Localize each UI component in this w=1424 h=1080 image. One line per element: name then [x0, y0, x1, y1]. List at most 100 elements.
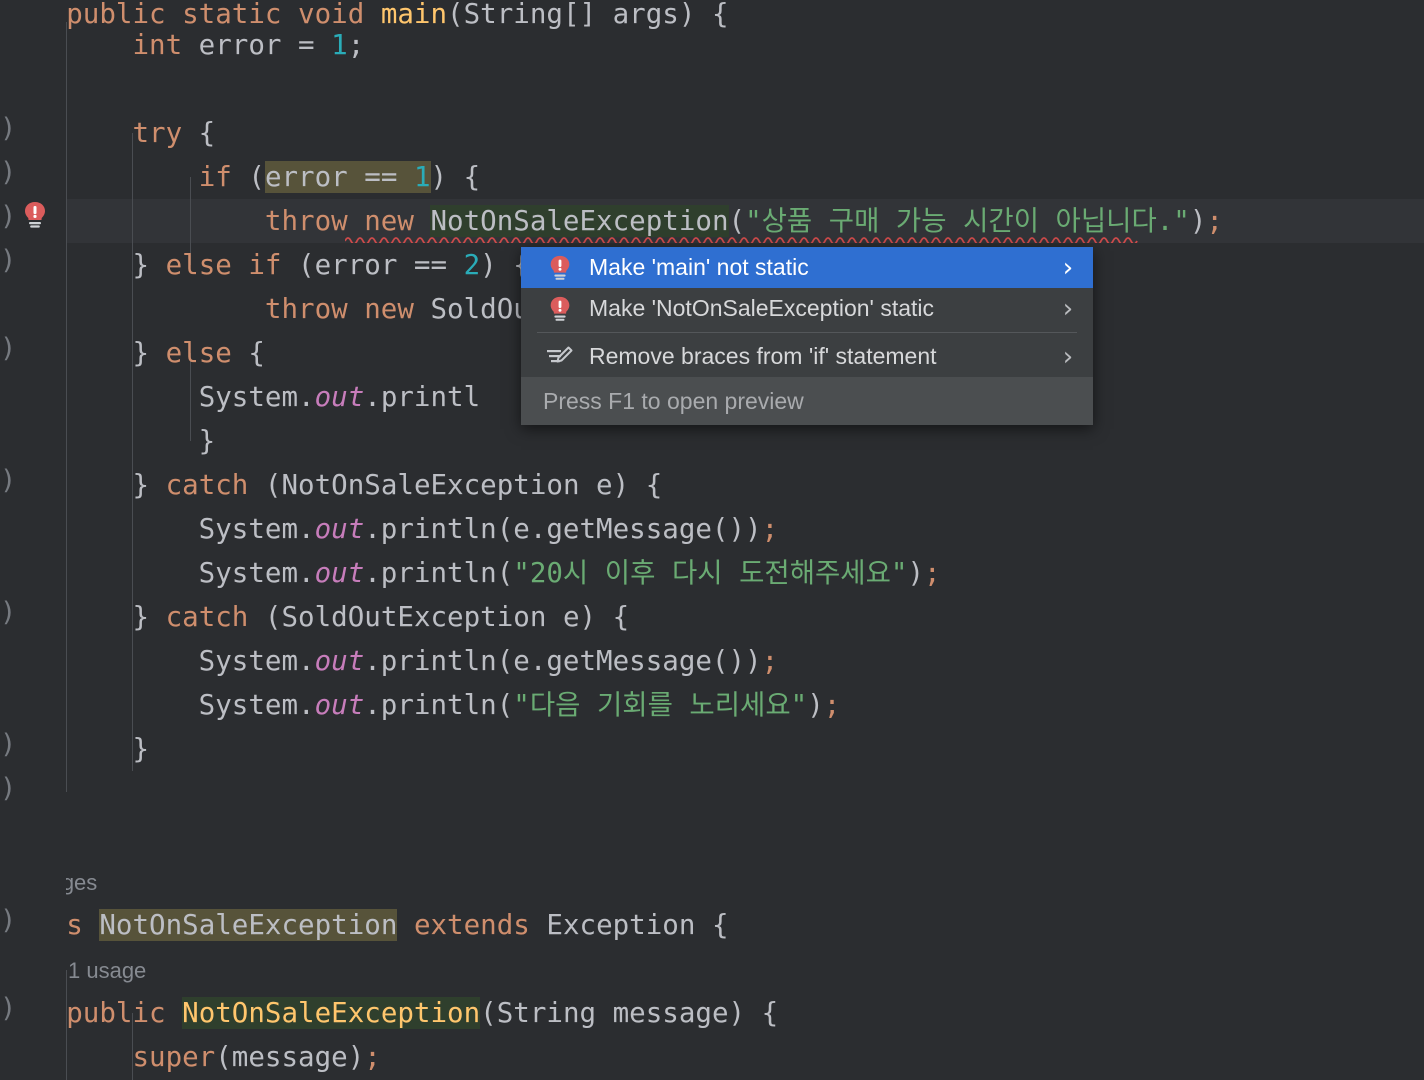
- code-token: ): [907, 557, 925, 589]
- code-line[interactable]: super(message);: [0, 1035, 1424, 1079]
- intention-action-item[interactable]: Make 'NotOnSaleException' static ›: [521, 288, 1093, 329]
- fold-marker-icon[interactable]: ): [0, 591, 16, 635]
- code-token: ;: [761, 513, 779, 545]
- code-token: int: [132, 29, 183, 61]
- code-token: NotOnSaleException: [430, 205, 729, 237]
- code-token: ;: [364, 1041, 381, 1073]
- code-editor[interactable]: public static void main(String[] args) {…: [0, 0, 1424, 1080]
- code-token: ): [807, 689, 824, 721]
- code-token: "상품 구매 가능 시간이 아닙니다.": [745, 205, 1190, 237]
- code-token: out: [314, 513, 365, 545]
- code-line[interactable]: } catch (SoldOutException e) {: [0, 595, 1424, 639]
- edit-lines-icon: [545, 342, 575, 372]
- code-token: throw new: [264, 205, 431, 237]
- code-token: if: [198, 161, 232, 193]
- code-token: (String message) {: [480, 997, 779, 1029]
- code-token: else: [165, 337, 232, 369]
- chevron-right-icon[interactable]: ›: [1057, 294, 1079, 324]
- code-line[interactable]: throw new NotOnSaleException("상품 구매 가능 시…: [0, 199, 1424, 243]
- fold-marker-icon[interactable]: ): [0, 723, 16, 767]
- code-token: Exception {: [529, 909, 729, 941]
- fold-marker-icon[interactable]: ): [0, 987, 16, 1031]
- code-line[interactable]: System.out.println("20시 이후 다시 도전해주세요");: [0, 551, 1424, 595]
- code-token: }: [132, 249, 166, 281]
- bulb-error-icon: [545, 294, 575, 324]
- code-token: error =: [182, 29, 332, 61]
- chevron-right-icon[interactable]: ›: [1057, 342, 1079, 372]
- code-token: error ==: [264, 161, 414, 193]
- fold-marker-icon[interactable]: ): [0, 767, 16, 811]
- code-token: .println(e.getMessage()): [364, 645, 762, 677]
- popup-separator: [537, 332, 1077, 333]
- usage-hint[interactable]: 1 usage: [68, 956, 146, 986]
- code-token: ) {: [430, 161, 481, 193]
- code-token: {: [182, 117, 216, 149]
- code-line[interactable]: [0, 815, 1424, 859]
- bulb-error-icon: [545, 253, 575, 283]
- code-token: NotOnSaleException: [99, 909, 398, 941]
- code-token: (message): [215, 1041, 365, 1073]
- code-token: 1: [331, 29, 348, 61]
- code-line[interactable]: }: [0, 727, 1424, 771]
- code-token: .println(: [364, 689, 514, 721]
- code-token: throw new: [264, 293, 431, 325]
- code-token: ;: [761, 645, 779, 677]
- code-line[interactable]: System.out.println(e.getMessage());: [0, 639, 1424, 683]
- code-token: 1: [413, 161, 431, 193]
- fold-marker-icon[interactable]: ): [0, 107, 16, 151]
- intention-action-item[interactable]: Make 'main' not static ›: [521, 247, 1093, 288]
- fold-marker-icon[interactable]: ): [0, 195, 16, 239]
- code-token: catch: [165, 469, 249, 501]
- code-token: System.: [198, 381, 315, 413]
- code-line[interactable]: public NotOnSaleException(String message…: [0, 991, 1424, 1035]
- code-token: .println(e.getMessage()): [364, 513, 762, 545]
- intention-bulb-icon[interactable]: [22, 200, 48, 230]
- code-line[interactable]: }: [0, 771, 1424, 815]
- intention-actions-popup[interactable]: Make 'main' not static › Make 'NotOnSaleE…: [521, 247, 1093, 425]
- fold-marker-icon[interactable]: ): [0, 327, 16, 371]
- code-line[interactable]: } catch (NotOnSaleException e) {: [0, 463, 1424, 507]
- code-token: }: [132, 337, 166, 369]
- chevron-right-icon[interactable]: ›: [1057, 253, 1079, 283]
- code-token: (error ==: [281, 249, 464, 281]
- fold-marker-icon[interactable]: ): [0, 899, 16, 943]
- code-token: out: [314, 557, 365, 589]
- code-line[interactable]: if (error == 1) {: [0, 155, 1424, 199]
- code-text-layer[interactable]: public static void main(String[] args) {…: [0, 0, 1424, 1080]
- code-line[interactable]: int error = 1;: [0, 23, 1424, 67]
- code-token: .println(: [364, 557, 514, 589]
- code-line[interactable]: [0, 67, 1424, 111]
- code-line[interactable]: System.out.println("다음 기회를 노리세요");: [0, 683, 1424, 727]
- code-token: ;: [924, 557, 941, 589]
- intention-action-label: Remove braces from 'if' statement: [589, 343, 937, 369]
- fold-marker-icon[interactable]: ): [0, 239, 16, 283]
- code-token: ;: [1206, 205, 1223, 237]
- fold-marker-icon[interactable]: ): [0, 151, 16, 195]
- code-token: ): [1189, 205, 1207, 237]
- code-token: public: [66, 997, 166, 1029]
- code-line[interactable]: System.out.println(e.getMessage());: [0, 507, 1424, 551]
- code-token: .printl: [364, 381, 481, 413]
- intention-action-item[interactable]: Remove braces from 'if' statement ›: [521, 336, 1093, 377]
- editor-gutter[interactable]: ))))))))))): [0, 0, 66, 1080]
- code-line[interactable]: class NotOnSaleException extends Excepti…: [0, 903, 1424, 947]
- code-token: (NotOnSaleException e) {: [248, 469, 663, 501]
- code-token: out: [314, 689, 365, 721]
- code-token: 2: [463, 249, 481, 281]
- popup-footer-hint: Press F1 to open preview: [521, 377, 1093, 425]
- fold-marker-icon[interactable]: ): [0, 459, 16, 503]
- code-line[interactable]: }: [0, 419, 1424, 463]
- intention-action-label: Make 'NotOnSaleException' static: [589, 295, 934, 321]
- code-token: NotOnSaleException: [182, 997, 481, 1029]
- code-token: try: [132, 117, 183, 149]
- code-token: {: [231, 337, 265, 369]
- code-token: out: [314, 381, 365, 413]
- code-token: (: [728, 205, 746, 237]
- code-token: extends: [413, 909, 530, 941]
- code-token: out: [314, 645, 365, 677]
- code-line[interactable]: try {: [0, 111, 1424, 155]
- code-token: (SoldOutException e) {: [248, 601, 630, 633]
